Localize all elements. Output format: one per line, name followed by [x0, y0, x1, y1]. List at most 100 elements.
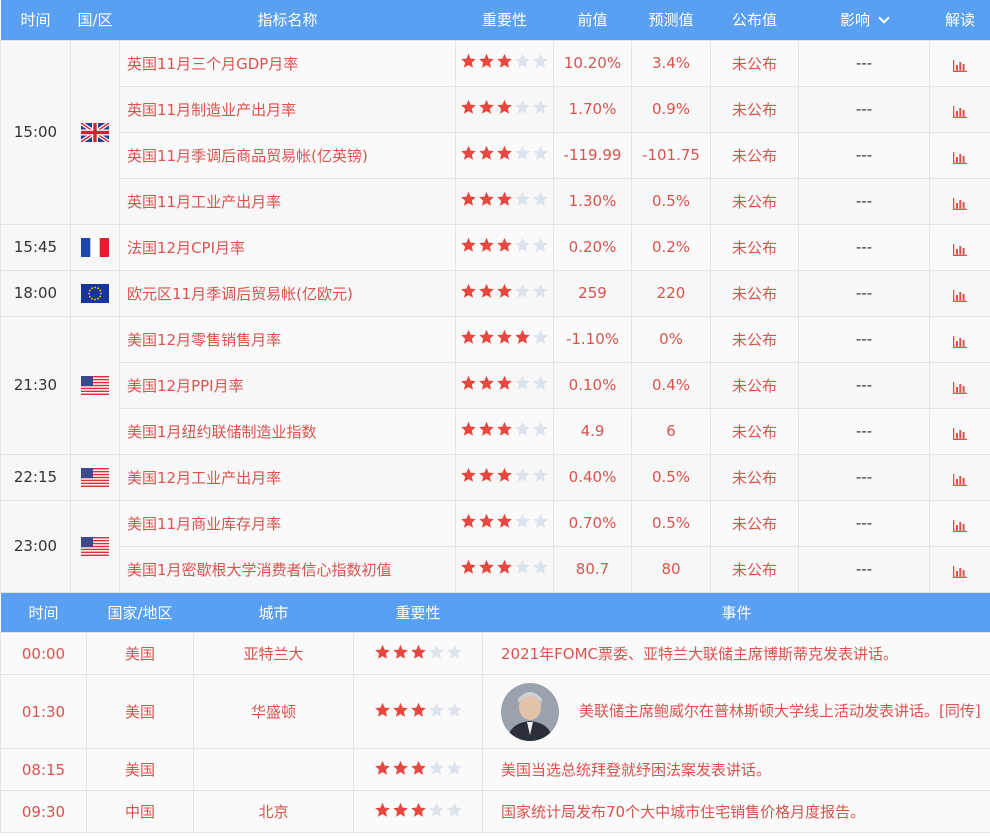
analysis-cell[interactable]	[929, 223, 990, 271]
forecast-value: 0.5%	[631, 453, 711, 501]
star-filled-icon	[392, 802, 409, 818]
star-empty-icon	[532, 329, 549, 345]
indicator-name[interactable]: 法国12月CPI月率	[119, 223, 456, 271]
indicator-name[interactable]: 英国11月工业产出月率	[119, 177, 456, 225]
actual-value: 未公布	[710, 131, 799, 179]
bar-chart-icon[interactable]	[953, 150, 967, 164]
indicator-name[interactable]: 美国12月工业产出月率	[119, 453, 456, 501]
event-row[interactable]: 01:30 美国 华盛顿 美联储主席鲍威尔在普林斯顿大学线上活动发表讲话。[同传]	[0, 674, 990, 749]
star-filled-icon	[460, 237, 477, 253]
analysis-cell[interactable]	[929, 39, 990, 87]
calendar-header-row: 时间 国/区 指标名称 重要性 前值 预测值 公布值 影响 解读	[0, 0, 990, 40]
indicator-row[interactable]: 美国1月纽约联储制造业指数 4.9 6 未公布 ---	[1, 407, 990, 455]
actual-value: 未公布	[710, 361, 799, 409]
event-description[interactable]: 美国当选总统拜登就纾困法案发表讲话。	[482, 748, 990, 791]
chevron-down-icon[interactable]	[878, 12, 890, 24]
event-description-cell[interactable]: 美联储主席鲍威尔在普林斯顿大学线上活动发表讲话。[同传]	[482, 674, 990, 749]
bar-chart-icon[interactable]	[953, 288, 967, 302]
event-row[interactable]: 09:30 中国 北京 国家统计局发布70个大中城市住宅销售价格月度报告。	[0, 790, 990, 833]
indicator-row[interactable]: 英国11月工业产出月率 1.30% 0.5% 未公布 ---	[1, 177, 990, 225]
indicator-name[interactable]: 美国11月商业库存月率	[119, 499, 456, 547]
bar-chart-icon[interactable]	[953, 564, 967, 578]
bar-chart-icon[interactable]	[953, 380, 967, 394]
indicator-name[interactable]: 美国1月纽约联储制造业指数	[119, 407, 456, 455]
importance-cell	[455, 407, 554, 455]
us-flag-icon	[81, 467, 109, 487]
analysis-cell[interactable]	[929, 545, 990, 593]
indicator-row[interactable]: 22:15 美国12月工业产出月率 0.40% 0.5% 未公布 ---	[0, 453, 990, 501]
indicator-row[interactable]: 15:00 英国11月三个月GDP月率 10.20% 3.4% 未公布 ---	[0, 39, 990, 225]
bar-chart-icon[interactable]	[953, 518, 967, 532]
importance-cell	[455, 453, 554, 501]
indicator-name[interactable]: 英国11月三个月GDP月率	[119, 39, 456, 87]
indicator-row[interactable]: 18:00 欧元区11月季调后贸易帐(亿欧元) 259 220 未公布 ---	[0, 269, 990, 317]
importance-cell	[455, 315, 554, 363]
impact-value: ---	[798, 269, 930, 317]
bar-chart-icon[interactable]	[953, 334, 967, 348]
star-filled-icon	[478, 375, 495, 391]
star-empty-icon	[514, 191, 531, 207]
header-time: 时间	[0, 0, 71, 40]
analysis-cell[interactable]	[929, 499, 990, 547]
actual-value: 未公布	[710, 407, 799, 455]
speaker-avatar	[501, 682, 559, 741]
bar-chart-icon[interactable]	[953, 196, 967, 210]
analysis-cell[interactable]	[929, 453, 990, 501]
indicator-row[interactable]: 美国1月密歇根大学消费者信心指数初值 80.7 80 未公布 ---	[1, 545, 990, 593]
indicator-name[interactable]: 英国11月季调后商品贸易帐(亿英镑)	[119, 131, 456, 179]
star-empty-icon	[446, 702, 463, 718]
previous-value: 1.70%	[553, 85, 632, 133]
star-empty-icon	[446, 802, 463, 818]
event-description[interactable]: 美联储主席鲍威尔在普林斯顿大学线上活动发表讲话。[同传]	[579, 700, 981, 723]
analysis-cell[interactable]	[929, 177, 990, 225]
event-description[interactable]: 2021年FOMC票委、亚特兰大联储主席博斯蒂克发表讲话。	[482, 632, 990, 675]
analysis-cell[interactable]	[929, 269, 990, 317]
importance-cell	[455, 131, 554, 179]
country-flag-cell	[70, 269, 120, 317]
events-header-row: 时间 国家/地区 城市 重要性 事件	[0, 592, 990, 633]
analysis-cell[interactable]	[929, 315, 990, 363]
bar-chart-icon[interactable]	[953, 472, 967, 486]
indicator-name[interactable]: 美国12月PPI月率	[119, 361, 456, 409]
indicator-name[interactable]: 欧元区11月季调后贸易帐(亿欧元)	[119, 269, 456, 317]
event-description[interactable]: 国家统计局发布70个大中城市住宅销售价格月度报告。	[482, 790, 990, 833]
header-forecast: 预测值	[631, 0, 711, 40]
indicator-row[interactable]: 15:45 法国12月CPI月率 0.20% 0.2% 未公布 ---	[0, 223, 990, 271]
header-actual: 公布值	[710, 0, 799, 40]
importance-stars	[460, 283, 549, 299]
indicator-row[interactable]: 21:30 美国12月零售销售月率 -1.10% 0% 未公布 ---	[0, 315, 990, 455]
indicator-row[interactable]: 英国11月制造业产出月率 1.70% 0.9% 未公布 ---	[1, 85, 990, 133]
importance-stars	[460, 99, 549, 115]
analysis-cell[interactable]	[929, 361, 990, 409]
star-filled-icon	[496, 329, 513, 345]
event-city: 华盛顿	[193, 674, 354, 749]
country-flag-cell	[70, 499, 120, 593]
indicator-name[interactable]: 美国12月零售销售月率	[119, 315, 456, 363]
indicator-row[interactable]: 23:00 美国11月商业库存月率 0.70% 0.5% 未公布 ---	[0, 499, 990, 593]
star-empty-icon	[446, 760, 463, 776]
bar-chart-icon[interactable]	[953, 104, 967, 118]
star-filled-icon	[496, 375, 513, 391]
star-empty-icon	[446, 644, 463, 660]
actual-value: 未公布	[710, 39, 799, 87]
forecast-value: 80	[631, 545, 711, 593]
indicator-row[interactable]: 美国12月PPI月率 0.10% 0.4% 未公布 ---	[1, 361, 990, 409]
impact-value: ---	[798, 85, 930, 133]
header-impact[interactable]: 影响	[798, 0, 930, 40]
event-row[interactable]: 00:00 美国 亚特兰大 2021年FOMC票委、亚特兰大联储主席博斯蒂克发表讲话。	[0, 632, 990, 675]
star-empty-icon	[532, 421, 549, 437]
analysis-cell[interactable]	[929, 131, 990, 179]
star-filled-icon	[460, 283, 477, 299]
indicator-row[interactable]: 英国11月季调后商品贸易帐(亿英镑) -119.99 -101.75 未公布 ---	[1, 131, 990, 179]
indicator-name[interactable]: 英国11月制造业产出月率	[119, 85, 456, 133]
importance-cell	[455, 177, 554, 225]
indicator-name[interactable]: 美国1月密歇根大学消费者信心指数初值	[119, 545, 456, 593]
analysis-cell[interactable]	[929, 85, 990, 133]
bar-chart-icon[interactable]	[953, 242, 967, 256]
event-row[interactable]: 08:15 美国 美国当选总统拜登就纾困法案发表讲话。	[0, 748, 990, 791]
analysis-cell[interactable]	[929, 407, 990, 455]
bar-chart-icon[interactable]	[953, 426, 967, 440]
star-filled-icon	[374, 644, 391, 660]
bar-chart-icon[interactable]	[953, 58, 967, 72]
release-time: 22:15	[0, 453, 71, 501]
